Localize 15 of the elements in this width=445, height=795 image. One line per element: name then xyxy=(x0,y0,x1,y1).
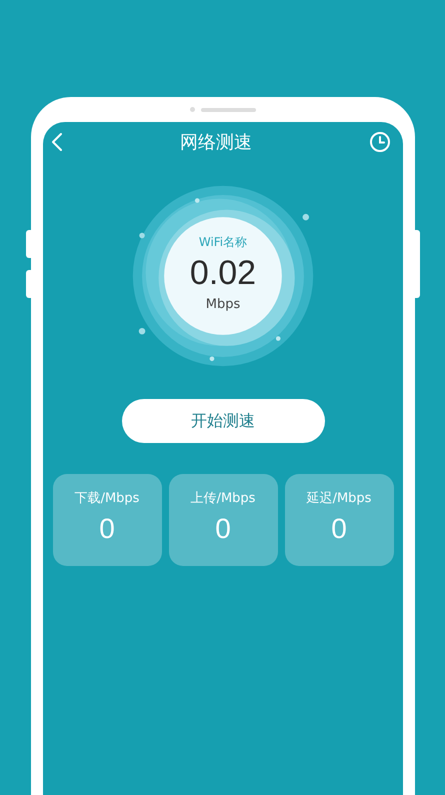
camera-dot xyxy=(190,107,195,112)
speaker-slot xyxy=(201,108,256,112)
start-test-button[interactable]: 开始测速 xyxy=(122,399,324,443)
screen-title: 网络测速 xyxy=(180,131,252,154)
stat-label: 延迟/Mbps xyxy=(306,490,372,507)
stat-label: 上传/Mbps xyxy=(190,490,256,507)
wifi-name-label: WiFi名称 xyxy=(198,234,248,251)
back-icon[interactable] xyxy=(51,132,63,152)
stat-value: 0 xyxy=(215,513,231,545)
speed-unit: Mbps xyxy=(206,297,240,312)
stat-value: 0 xyxy=(331,513,347,545)
stat-value: 0 xyxy=(99,513,115,545)
clock-icon[interactable] xyxy=(369,131,391,153)
stat-label: 下载/Mbps xyxy=(74,490,140,507)
speed-value: 0.02 xyxy=(190,253,256,294)
